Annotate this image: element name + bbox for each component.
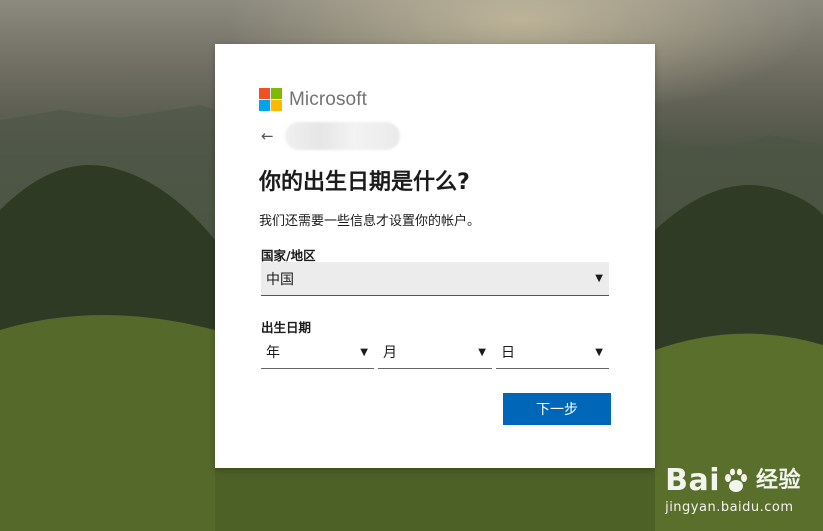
back-arrow-icon[interactable]: ← — [261, 127, 277, 145]
watermark-url: jingyan.baidu.com — [665, 500, 794, 515]
signup-card: Microsoft ← 你的出生日期是什么? 我们还需要一些信息才设置你的帐户。… — [215, 44, 655, 468]
page-title: 你的出生日期是什么? — [259, 170, 470, 195]
logo-text: Microsoft — [289, 88, 367, 110]
watermark-brand-right: 经验 — [755, 468, 801, 493]
year-placeholder: 年 — [266, 345, 280, 361]
dropdown-caret-icon: ▼ — [595, 346, 603, 358]
watermark-brand-left: Bai — [665, 463, 720, 498]
next-button[interactable]: 下一步 — [503, 393, 611, 425]
identity-row: ← — [261, 122, 400, 150]
baidu-jingyan-watermark: Bai 经验 jingyan.baidu.com — [665, 463, 801, 516]
country-value: 中国 — [266, 271, 294, 288]
baidu-paw-icon — [724, 468, 747, 492]
month-select[interactable]: 月 ▼ — [378, 336, 492, 369]
dropdown-caret-icon: ▼ — [595, 273, 603, 284]
microsoft-logo: Microsoft — [259, 88, 367, 111]
year-select[interactable]: 年 ▼ — [261, 336, 374, 369]
dropdown-caret-icon: ▼ — [360, 346, 368, 358]
blurred-identity — [285, 122, 400, 150]
dropdown-caret-icon: ▼ — [478, 346, 486, 358]
birthdate-label: 出生日期 — [261, 320, 312, 335]
day-select[interactable]: 日 ▼ — [496, 336, 609, 369]
month-placeholder: 月 — [383, 345, 397, 361]
page-subtitle: 我们还需要一些信息才设置你的帐户。 — [259, 214, 481, 229]
country-select[interactable]: 中国 ▼ — [261, 262, 609, 296]
microsoft-squares-icon — [259, 88, 282, 111]
day-placeholder: 日 — [501, 345, 515, 361]
